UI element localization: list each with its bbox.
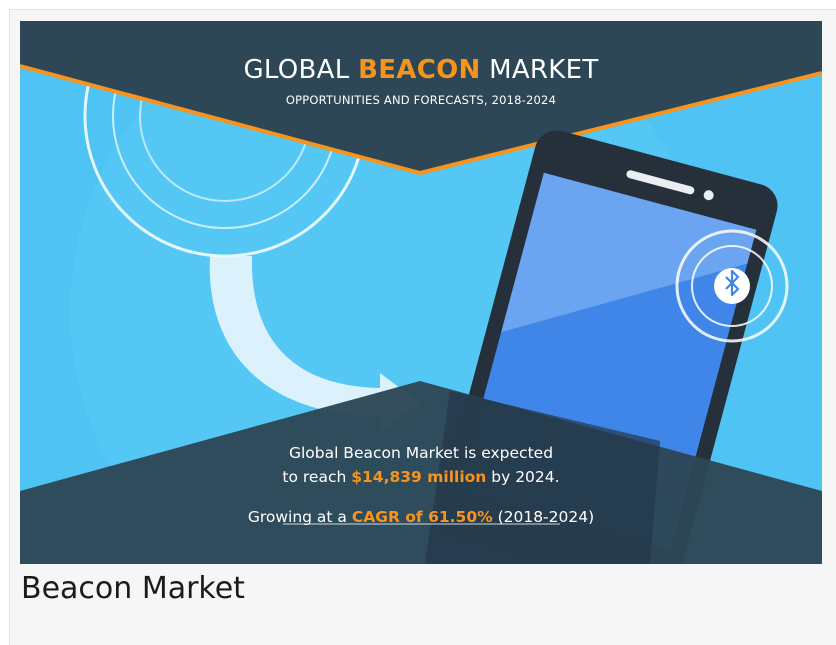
banner-subtitle: OPPORTUNITIES AND FORECASTS, 2018-2024 bbox=[285, 93, 557, 107]
market-value: $14,839 million bbox=[351, 468, 487, 486]
title-highlight: BEACON bbox=[358, 55, 481, 85]
banner-title: GLOBAL BEACON MARKET bbox=[243, 55, 599, 85]
image-caption: Beacon Market bbox=[21, 571, 245, 606]
banner-image: GLOBAL BEACON MARKET OPPORTUNITIES AND F… bbox=[20, 21, 822, 564]
market-statement-line-1: Global Beacon Market is expected bbox=[288, 444, 554, 462]
cagr-value: CAGR of 61.50% bbox=[351, 508, 493, 526]
market-statement-line-3: Growing at a CAGR of 61.50% (2018-2024) bbox=[247, 508, 595, 526]
market-statement-line-2: to reach $14,839 million by 2024. bbox=[282, 468, 560, 486]
